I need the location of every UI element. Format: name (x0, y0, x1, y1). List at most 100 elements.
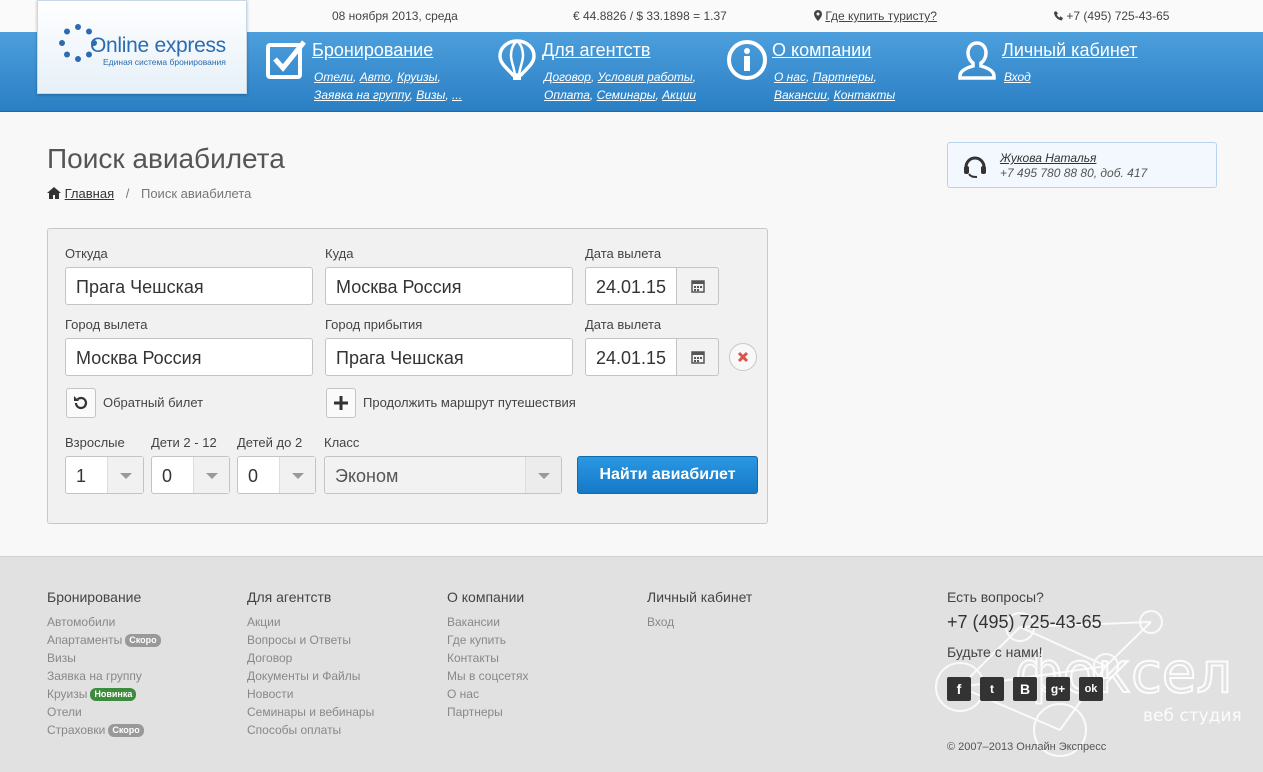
footer-link[interactable]: Отели (47, 703, 161, 721)
logo[interactable]: Online express Единая система бронирован… (37, 0, 247, 94)
continue-route-button[interactable] (326, 388, 356, 418)
departure-city-input[interactable]: Москва Россия (65, 338, 313, 376)
to-input[interactable]: Москва Россия (325, 267, 573, 305)
nav-link-vacancies[interactable]: Вакансии (774, 88, 827, 102)
twitter-icon[interactable]: t (980, 677, 1004, 701)
checkbox-icon (266, 40, 306, 79)
continue-route-label[interactable]: Продолжить маршрут путешествия (363, 395, 576, 410)
google-plus-icon[interactable]: g+ (1046, 677, 1070, 701)
adults-select[interactable]: 1 (65, 456, 144, 494)
footer-col-title: Личный кабинет (647, 589, 753, 605)
footer-link[interactable]: Круизы Новинка (47, 685, 161, 703)
nav-link-terms[interactable]: Условия работы (598, 70, 693, 84)
footer-link[interactable]: Акции (247, 613, 374, 631)
nav-link-contacts[interactable]: Контакты (834, 88, 896, 102)
refresh-icon (74, 396, 88, 410)
where-to-buy-text: Где купить туристу? (825, 9, 937, 23)
children-select[interactable]: 0 (151, 456, 230, 494)
footer-link[interactable]: Заявка на группу (47, 667, 161, 685)
nav-link-partners[interactable]: Партнеры (813, 70, 874, 84)
calendar-icon (691, 351, 705, 364)
footer-link[interactable]: Документы и Файлы (247, 667, 374, 685)
footer-link[interactable]: Мы в соцсетях (447, 667, 528, 685)
page-title: Поиск авиабилета (47, 143, 285, 174)
from-input[interactable]: Прага Чешская (65, 267, 313, 305)
footer-phone: +7 (495) 725-43-65 (947, 612, 1102, 632)
second-date-input[interactable]: 24.01.15 (585, 338, 677, 376)
where-to-buy-link[interactable]: Где купить туристу? (814, 9, 937, 23)
nav-agencies-title[interactable]: Для агентств (542, 40, 650, 61)
footer-link[interactable]: Договор (247, 649, 374, 667)
top-phone-number: +7 (495) 725-43-65 (1066, 9, 1170, 23)
footer-col-title: Бронирование (47, 589, 142, 605)
breadcrumb-home[interactable]: Главная (65, 186, 114, 201)
return-ticket-label[interactable]: Обратный билет (103, 395, 203, 410)
nav-link-group[interactable]: Заявка на группу (314, 88, 410, 102)
nav-booking-title[interactable]: Бронирование (312, 40, 433, 61)
footer-link[interactable]: Способы оплаты (247, 721, 374, 739)
main-content: Поиск авиабилета Главная / Поиск авиабил… (0, 112, 1263, 556)
nav-link-auto[interactable]: Авто (360, 70, 391, 84)
departure-date-label: Дата вылета (585, 246, 662, 261)
footer-link[interactable]: Семинары и вебинары (247, 703, 374, 721)
nav-company-title[interactable]: О компании (772, 40, 871, 61)
footer-link[interactable]: Новости (247, 685, 374, 703)
footer-link[interactable]: Апартаменты Скоро (47, 631, 161, 649)
calendar-button[interactable] (677, 267, 719, 305)
find-ticket-button[interactable]: Найти авиабилет (577, 456, 758, 494)
manager-contact: Жукова Наталья +7 495 780 88 80, доб. 41… (947, 142, 1217, 188)
remove-segment-button[interactable] (729, 343, 757, 371)
calendar-button-2[interactable] (677, 338, 719, 376)
class-select[interactable]: Эконом (324, 456, 562, 494)
nav-link-visas[interactable]: Визы (416, 88, 445, 102)
nav-booking: Бронирование Отели, Авто, Круизы, Заявка… (266, 32, 486, 112)
manager-name[interactable]: Жукова Наталья (1000, 151, 1096, 165)
footer-link[interactable]: Вакансии (447, 613, 528, 631)
nav-link-contract[interactable]: Договор (544, 70, 591, 84)
odnoklassniki-icon[interactable]: ok (1079, 677, 1103, 701)
vkontakte-icon[interactable]: B (1013, 677, 1037, 701)
current-date: 08 ноября 2013, среда (332, 9, 458, 23)
departure-date-input[interactable]: 24.01.15 (585, 267, 677, 305)
nav-link-seminars[interactable]: Семинары (597, 88, 656, 102)
footer-col-account: Личный кабинет Вход (647, 589, 752, 631)
departure-city-label: Город вылета (65, 317, 148, 332)
new-badge: Новинка (90, 688, 137, 701)
nav-account-title[interactable]: Личный кабинет (1002, 40, 1137, 61)
info-icon (727, 40, 767, 80)
arrival-city-input[interactable]: Прага Чешская (325, 338, 573, 376)
nav-link-cruises[interactable]: Круизы (397, 70, 437, 84)
footer-link[interactable]: Где купить (447, 631, 528, 649)
footer-col-title: О компании (447, 589, 525, 605)
nav-link-hotels[interactable]: Отели (314, 70, 353, 84)
questions-title: Есть вопросы? (947, 589, 1044, 605)
footer-link[interactable]: О нас (447, 685, 528, 703)
footer-col-company: О компании Вакансии Где купить Контакты … (447, 589, 528, 721)
nav-link-about[interactable]: О нас (774, 70, 806, 84)
footer-link[interactable]: Автомобили (47, 613, 161, 631)
close-icon (737, 351, 749, 363)
nav-link-payment[interactable]: Оплата (544, 88, 590, 102)
nav-link-promos[interactable]: Акции (662, 88, 696, 102)
footer-link[interactable]: Вопросы и Ответы (247, 631, 374, 649)
footer-col-agencies: Для агентств Акции Вопросы и Ответы Дого… (247, 589, 374, 739)
footer-link[interactable]: Контакты (447, 649, 528, 667)
nav-link-more[interactable]: ... (452, 88, 462, 102)
footer-link[interactable]: Визы (47, 649, 161, 667)
footer-col-booking: Бронирование Автомобили Апартаменты Скоро… (47, 589, 161, 739)
footer-link[interactable]: Вход (647, 613, 752, 631)
to-label: Куда (325, 246, 354, 261)
footer-link[interactable]: Страховки Скоро (47, 721, 161, 739)
nav-link-login[interactable]: Вход (1004, 70, 1031, 84)
facebook-icon[interactable]: f (947, 677, 971, 701)
infants-value: 0 (248, 466, 259, 486)
logo-tagline: Единая система бронирования (103, 57, 226, 67)
soon-badge: Скоро (108, 724, 144, 737)
infants-select[interactable]: 0 (237, 456, 316, 494)
footer: фоксел веб студия Бронирование Автомобил… (0, 556, 1263, 772)
footer-link[interactable]: Партнеры (447, 703, 528, 721)
return-ticket-button[interactable] (66, 388, 96, 418)
breadcrumb: Главная / Поиск авиабилета (47, 186, 251, 201)
nav-agencies: Для агентств Договор, Условия работы, Оп… (496, 32, 716, 112)
soon-badge: Скоро (125, 634, 161, 647)
